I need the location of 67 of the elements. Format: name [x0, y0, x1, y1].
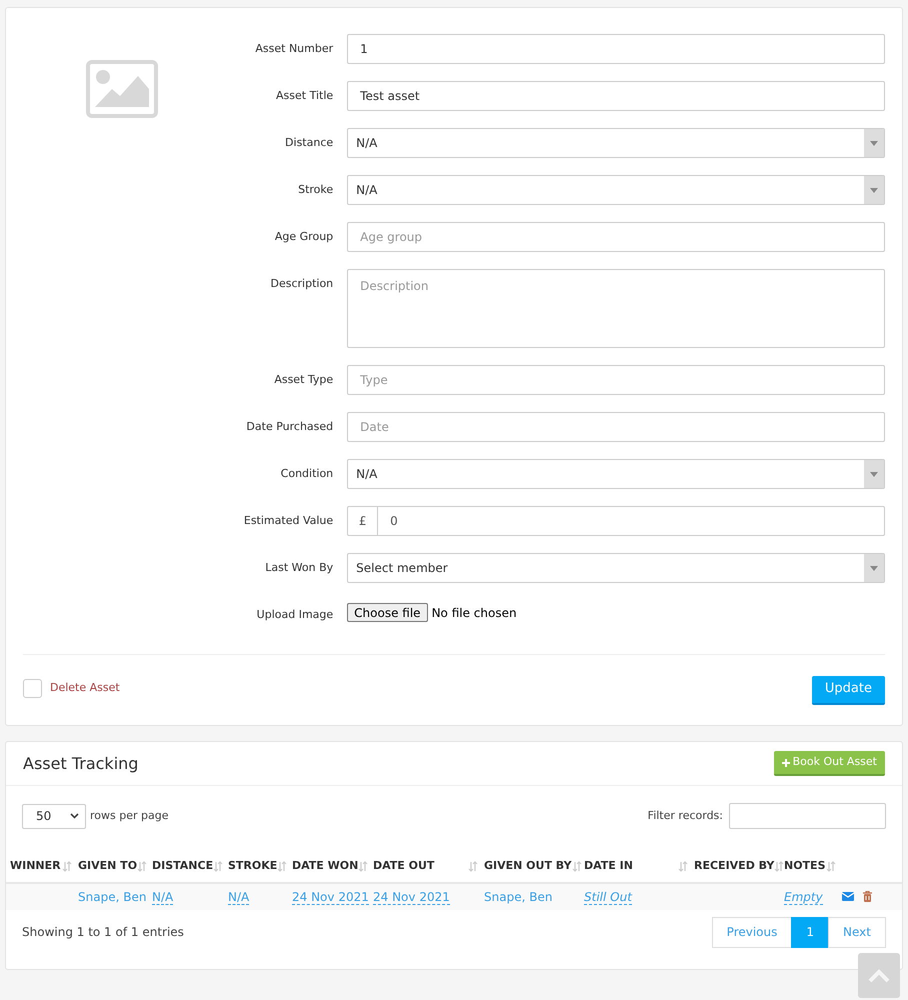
book-out-button[interactable]: Book Out Asset — [774, 751, 885, 776]
envelope-icon[interactable] — [842, 892, 854, 901]
field-label: Stroke — [297, 182, 334, 198]
chevron-up-icon — [868, 968, 890, 982]
column-header: GIVEN OUT BY — [484, 858, 572, 874]
field-label: Date Purchased — [245, 419, 334, 435]
scroll-top-button[interactable] — [858, 953, 900, 998]
field-label: Distance — [284, 135, 334, 151]
column-header: RECEIVED BY — [694, 858, 774, 874]
member-link[interactable]: Snape, Ben — [78, 890, 146, 904]
filter-label: Filter records: — [648, 808, 723, 824]
editable-value[interactable]: N/A — [228, 890, 250, 904]
page-size-select[interactable]: 50 — [22, 804, 86, 828]
filter-field[interactable] — [729, 803, 886, 829]
file-status-text: No file chosen — [432, 604, 517, 622]
column-header: NOTES — [784, 858, 826, 874]
column-header: DISTANCE — [152, 858, 214, 874]
section-title: Asset Tracking — [23, 752, 138, 774]
pagination-button[interactable]: Next — [828, 916, 886, 948]
select-field[interactable]: N/A — [347, 175, 885, 205]
column-header: DATE OUT — [373, 858, 434, 874]
delete-checkbox[interactable] — [23, 678, 42, 698]
trash-icon[interactable] — [863, 891, 872, 902]
column-header: GIVEN TO — [78, 858, 138, 874]
caret-down-icon — [870, 140, 878, 146]
field-label: Last Won By — [264, 560, 334, 576]
field-label: Asset Title — [275, 88, 334, 104]
text-field[interactable]: Test asset — [347, 81, 885, 111]
entries-summary: Showing 1 to 1 of 1 entries — [22, 924, 184, 941]
text-field[interactable]: Type — [347, 365, 885, 395]
editable-value[interactable]: Empty — [784, 890, 823, 904]
plus-icon — [782, 758, 790, 766]
column-header: WINNER — [10, 858, 61, 874]
caret-down-icon — [870, 472, 878, 476]
update-button[interactable]: Update — [812, 676, 885, 704]
editable-value[interactable]: 24 Nov 2021 — [373, 890, 450, 904]
text-field[interactable]: Age group — [347, 222, 885, 252]
editable-value[interactable]: 24 Nov 2021 — [292, 890, 369, 904]
editable-value[interactable]: Still Out — [584, 890, 632, 904]
select-field[interactable]: Select member — [347, 553, 885, 583]
field-label: Age Group — [274, 229, 334, 245]
member-link[interactable]: Snape, Ben — [484, 890, 552, 904]
select-field[interactable]: N/A — [347, 459, 885, 489]
field-label: Upload Image — [256, 607, 334, 623]
choose-file-button[interactable]: Choose file — [347, 603, 428, 622]
image-placeholder-icon — [86, 60, 158, 118]
delete-asset-label: Delete Asset — [50, 680, 120, 696]
field-label: Estimated Value — [242, 513, 334, 529]
column-header: DATE WON — [292, 858, 358, 874]
editable-value[interactable]: N/A — [152, 890, 174, 904]
column-header: DATE IN — [584, 858, 633, 874]
field-label: Condition — [280, 466, 334, 482]
select-field[interactable]: N/A — [347, 128, 885, 158]
chevron-down-icon — [70, 813, 79, 819]
pagination-button[interactable]: Previous — [712, 916, 792, 948]
currency-field[interactable]: £ 0 — [347, 506, 885, 536]
field-label: Description — [270, 276, 334, 292]
text-field[interactable]: 1 — [347, 34, 885, 64]
page-size-label: rows per page — [90, 808, 168, 824]
caret-down-icon — [870, 566, 878, 570]
caret-down-icon — [870, 188, 878, 192]
field-label: Asset Number — [254, 41, 334, 57]
text-field[interactable]: Date — [347, 412, 885, 442]
textarea-field[interactable]: Description — [347, 269, 885, 348]
pagination-button[interactable]: 1 — [791, 916, 830, 948]
column-header: STROKE — [228, 858, 278, 874]
field-label: Asset Type — [273, 372, 334, 388]
